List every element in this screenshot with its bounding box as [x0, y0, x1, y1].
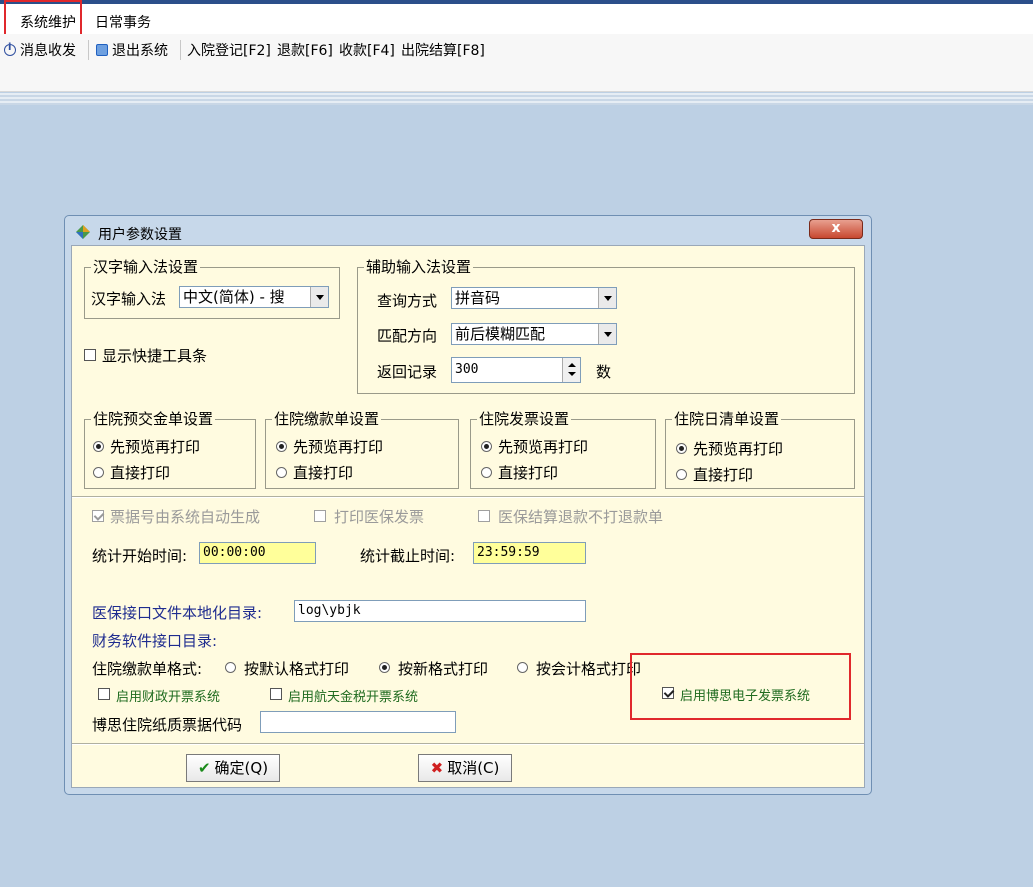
toolbar-discharge[interactable]: 出院结算[F8] — [401, 40, 485, 60]
button-divider — [72, 743, 864, 745]
cancel-button[interactable]: ✖ 取消(C) — [418, 754, 512, 782]
dialog-titlebar[interactable]: 用户参数设置 x — [65, 216, 871, 246]
invoice-direct-label: 直接打印 — [498, 464, 559, 482]
deposit-print-group: 住院预交金单设置 先预览再打印 直接打印 — [84, 410, 256, 489]
aux-group-title: 辅助输入法设置 — [364, 258, 474, 276]
invoice-preview-radio[interactable] — [481, 441, 492, 452]
toolbar-separator — [88, 40, 89, 60]
toolbar-exit[interactable]: 退出系统 — [96, 40, 168, 60]
enable-aerospace-label: 启用航天金税开票系统 — [288, 690, 419, 705]
format-accounting-label: 按会计格式打印 — [536, 660, 642, 678]
return-records-label: 返回记录 — [377, 363, 438, 381]
toolbar-admission[interactable]: 入院登记[F2] — [187, 40, 271, 60]
invoice-print-title: 住院发票设置 — [477, 410, 572, 428]
chevron-down-icon[interactable] — [598, 288, 616, 308]
no-refund-slip-checkbox[interactable] — [478, 510, 490, 522]
print-insurance-invoice-checkbox[interactable] — [314, 510, 326, 522]
payment-print-group: 住院缴款单设置 先预览再打印 直接打印 — [265, 410, 459, 489]
payment-format-label: 住院缴款单格式: — [92, 660, 203, 678]
close-button[interactable]: x — [809, 219, 863, 239]
auto-receipt-checkbox[interactable] — [92, 510, 104, 522]
daily-list-print-title: 住院日清单设置 — [672, 410, 782, 428]
invoice-preview-label: 先预览再打印 — [498, 438, 589, 456]
aux-input-group: 辅助输入法设置 查询方式 拼音码 匹配方向 前后模糊匹配 返回记录 300 数 — [357, 258, 855, 394]
daily-list-direct-radio[interactable] — [676, 469, 687, 480]
hanzi-input-label: 汉字输入法 — [91, 290, 167, 308]
payment-preview-label: 先预览再打印 — [293, 438, 384, 456]
stat-end-label: 统计截止时间: — [360, 547, 456, 565]
match-direction-label: 匹配方向 — [377, 327, 438, 345]
stat-end-input[interactable]: 23:59:59 — [473, 542, 586, 564]
return-records-spinner[interactable]: 300 — [451, 357, 581, 383]
show-toolbar-label: 显示快捷工具条 — [102, 347, 208, 365]
chevron-down-icon[interactable] — [310, 287, 328, 307]
insurance-dir-input[interactable]: log\ybjk — [294, 600, 586, 622]
deposit-direct-radio[interactable] — [93, 467, 104, 478]
section-divider — [72, 496, 864, 498]
daily-list-preview-label: 先预览再打印 — [693, 440, 784, 458]
match-direction-select[interactable]: 前后模糊匹配 — [451, 323, 617, 345]
close-icon: ✖ — [430, 759, 444, 777]
auto-receipt-label: 票据号由系统自动生成 — [110, 508, 261, 526]
payment-direct-label: 直接打印 — [293, 464, 354, 482]
query-mode-label: 查询方式 — [377, 292, 438, 310]
return-records-unit: 数 — [596, 363, 612, 381]
deposit-print-title: 住院预交金单设置 — [91, 410, 216, 428]
stat-start-label: 统计开始时间: — [92, 547, 188, 565]
app-icon — [76, 225, 90, 239]
dialog-client: 汉字输入法设置 汉字输入法 中文(简体) - 搜 显示快捷工具条 辅助输入法设置… — [71, 245, 865, 788]
enable-aerospace-checkbox[interactable] — [270, 688, 282, 700]
show-toolbar-checkbox[interactable] — [84, 349, 96, 361]
toolbar-refund[interactable]: 退款[F6] — [277, 40, 333, 60]
hanzi-input-select[interactable]: 中文(简体) - 搜 — [179, 286, 329, 308]
no-refund-slip-label: 医保结算退款不打退款单 — [498, 508, 664, 526]
enable-bosi-checkbox[interactable] — [662, 687, 674, 699]
menu-daily-tasks[interactable]: 日常事务 — [95, 12, 151, 32]
toolbar-collect[interactable]: 收款[F4] — [339, 40, 395, 60]
toolbar-strip — [0, 93, 1033, 105]
print-insurance-invoice-label: 打印医保发票 — [334, 508, 425, 526]
user-params-dialog: 用户参数设置 x 汉字输入法设置 汉字输入法 中文(简体) - 搜 显示快捷工具… — [64, 215, 872, 795]
stat-start-input[interactable]: 00:00:00 — [199, 542, 316, 564]
daily-list-preview-radio[interactable] — [676, 443, 687, 454]
insurance-dir-label: 医保接口文件本地化目录: — [92, 604, 263, 622]
format-default-label: 按默认格式打印 — [244, 660, 350, 678]
daily-list-direct-label: 直接打印 — [693, 466, 754, 484]
menu-system-maintenance[interactable]: 系统维护 — [20, 12, 76, 32]
toolbar: 消息收发 退出系统 入院登记[F2] 退款[F6] 收款[F4] 出院结算[F8… — [0, 34, 1033, 92]
dialog-title: 用户参数设置 — [98, 227, 182, 243]
enable-finance-checkbox[interactable] — [98, 688, 110, 700]
exit-icon — [96, 44, 108, 56]
toolbar-messages[interactable]: 消息收发 — [4, 40, 76, 60]
bosi-code-input[interactable] — [260, 711, 456, 733]
chevron-down-icon[interactable] — [598, 324, 616, 344]
payment-print-title: 住院缴款单设置 — [272, 410, 382, 428]
format-new-radio[interactable] — [379, 662, 390, 673]
daily-list-print-group: 住院日清单设置 先预览再打印 直接打印 — [665, 410, 855, 489]
query-mode-select[interactable]: 拼音码 — [451, 287, 617, 309]
hanzi-input-group: 汉字输入法设置 汉字输入法 中文(简体) - 搜 — [84, 258, 340, 319]
ok-button[interactable]: ✔ 确定(Q) — [186, 754, 280, 782]
menu-bar: 系统维护 日常事务 — [0, 4, 1033, 34]
format-new-label: 按新格式打印 — [398, 660, 489, 678]
hanzi-group-title: 汉字输入法设置 — [91, 258, 201, 276]
deposit-preview-radio[interactable] — [93, 441, 104, 452]
format-accounting-radio[interactable] — [517, 662, 528, 673]
bosi-code-label: 博思住院纸质票据代码 — [92, 716, 243, 734]
spinner-arrows-icon[interactable] — [562, 358, 580, 382]
enable-finance-label: 启用财政开票系统 — [116, 690, 221, 705]
enable-bosi-label: 启用博思电子发票系统 — [680, 689, 811, 704]
invoice-direct-radio[interactable] — [481, 467, 492, 478]
close-icon: x — [831, 220, 841, 236]
deposit-direct-label: 直接打印 — [110, 464, 171, 482]
finance-dir-label: 财务软件接口目录: — [92, 632, 218, 650]
format-default-radio[interactable] — [225, 662, 236, 673]
payment-direct-radio[interactable] — [276, 467, 287, 478]
toolbar-separator — [180, 40, 181, 60]
invoice-print-group: 住院发票设置 先预览再打印 直接打印 — [470, 410, 656, 489]
deposit-preview-label: 先预览再打印 — [110, 438, 201, 456]
info-icon — [4, 42, 16, 56]
payment-preview-radio[interactable] — [276, 441, 287, 452]
checkmark-icon: ✔ — [197, 759, 211, 777]
